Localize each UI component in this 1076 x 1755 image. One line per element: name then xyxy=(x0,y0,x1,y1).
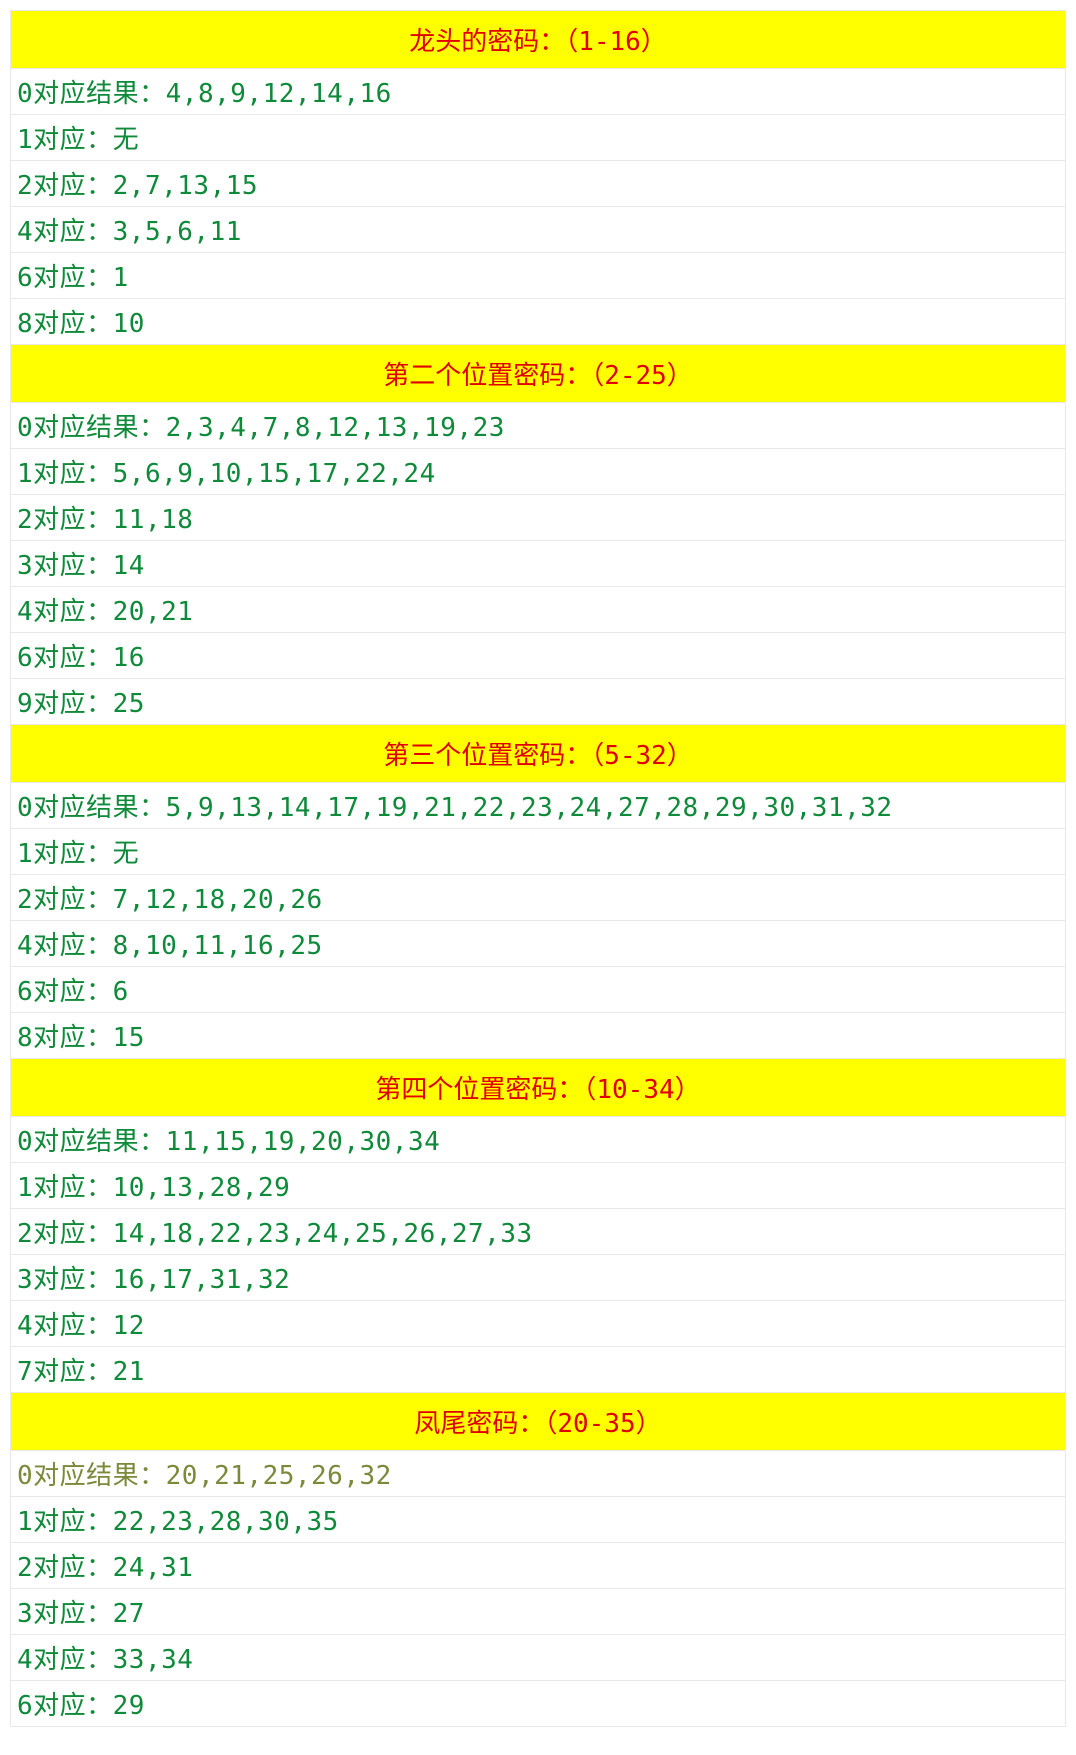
data-row: 8对应：15 xyxy=(10,1013,1066,1059)
data-row: 0对应结果：20,21,25,26,32 xyxy=(10,1451,1066,1497)
data-row: 3对应：27 xyxy=(10,1589,1066,1635)
section-header: 第三个位置密码：（5-32） xyxy=(10,725,1066,783)
section-header: 第二个位置密码：（2-25） xyxy=(10,345,1066,403)
data-row: 4对应：3,5,6,11 xyxy=(10,207,1066,253)
data-row: 2对应：7,12,18,20,26 xyxy=(10,875,1066,921)
data-row: 6对应：6 xyxy=(10,967,1066,1013)
data-row: 1对应：无 xyxy=(10,115,1066,161)
section-header: 凤尾密码：（20-35） xyxy=(10,1393,1066,1451)
data-row: 6对应：1 xyxy=(10,253,1066,299)
data-row: 4对应：12 xyxy=(10,1301,1066,1347)
data-row: 4对应：20,21 xyxy=(10,587,1066,633)
data-row: 1对应：22,23,28,30,35 xyxy=(10,1497,1066,1543)
data-row: 4对应：8,10,11,16,25 xyxy=(10,921,1066,967)
data-row: 3对应：14 xyxy=(10,541,1066,587)
code-table-container: 龙头的密码：（1-16）0对应结果：4,8,9,12,14,161对应：无2对应… xyxy=(0,0,1076,1737)
data-row: 6对应：16 xyxy=(10,633,1066,679)
data-row: 1对应：5,6,9,10,15,17,22,24 xyxy=(10,449,1066,495)
data-row: 4对应：33,34 xyxy=(10,1635,1066,1681)
data-row: 6对应：29 xyxy=(10,1681,1066,1727)
section-header: 龙头的密码：（1-16） xyxy=(10,10,1066,69)
data-row: 0对应结果：4,8,9,12,14,16 xyxy=(10,69,1066,115)
data-row: 3对应：16,17,31,32 xyxy=(10,1255,1066,1301)
data-row: 8对应：10 xyxy=(10,299,1066,345)
data-row: 2对应：11,18 xyxy=(10,495,1066,541)
data-row: 7对应：21 xyxy=(10,1347,1066,1393)
data-row: 2对应：2,7,13,15 xyxy=(10,161,1066,207)
data-row: 0对应结果：11,15,19,20,30,34 xyxy=(10,1117,1066,1163)
data-row: 2对应：14,18,22,23,24,25,26,27,33 xyxy=(10,1209,1066,1255)
data-row: 1对应：无 xyxy=(10,829,1066,875)
section-header: 第四个位置密码：（10-34） xyxy=(10,1059,1066,1117)
data-row: 0对应结果：5,9,13,14,17,19,21,22,23,24,27,28,… xyxy=(10,783,1066,829)
data-row: 2对应：24,31 xyxy=(10,1543,1066,1589)
data-row: 0对应结果：2,3,4,7,8,12,13,19,23 xyxy=(10,403,1066,449)
data-row: 1对应：10,13,28,29 xyxy=(10,1163,1066,1209)
data-row: 9对应：25 xyxy=(10,679,1066,725)
